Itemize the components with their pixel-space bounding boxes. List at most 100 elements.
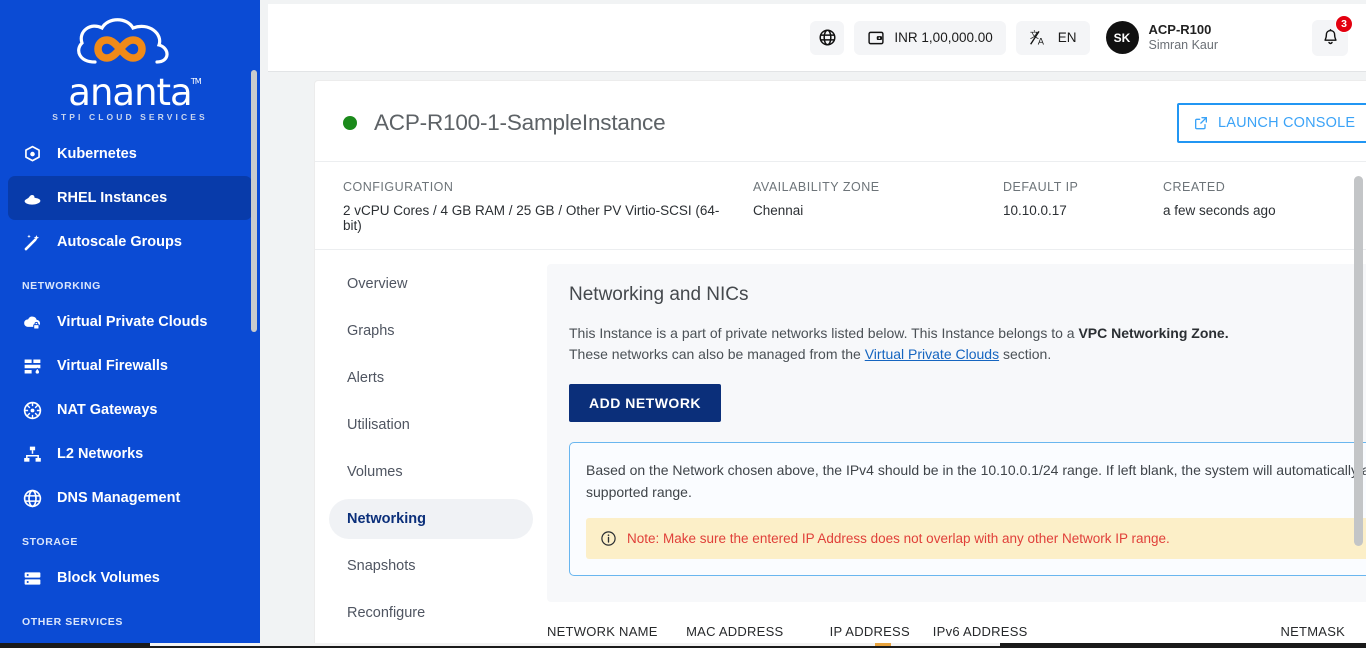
networking-panel-title: Networking and NICs bbox=[569, 284, 749, 305]
cloud-lock-icon bbox=[22, 312, 43, 333]
user-full-name: Simran Kaur bbox=[1148, 37, 1218, 52]
sidebar-item-virtual-private-clouds[interactable]: Virtual Private Clouds bbox=[8, 300, 252, 344]
sidebar-item-label: NAT Gateways bbox=[57, 402, 158, 419]
tab-overview[interactable]: Overview bbox=[329, 264, 533, 304]
sidebar-item-autoscale-groups[interactable]: Autoscale Groups bbox=[8, 220, 252, 264]
sidebar-item-label: Autoscale Groups bbox=[57, 234, 182, 251]
translate-icon: 文 A bbox=[1030, 29, 1045, 48]
sidebar-item-label: L2 Networks bbox=[57, 446, 144, 463]
app-root: ananta TM STPI CLOUD SERVICES Kubernetes R… bbox=[0, 0, 1366, 648]
network-tree-icon bbox=[22, 444, 43, 465]
ipv4-range-infobox: Based on the Network chosen above, the I… bbox=[569, 442, 1366, 576]
meta-configuration: CONFIGURATION 2 vCPU Cores / 4 GB RAM / 2… bbox=[343, 180, 753, 233]
brand-tm: TM bbox=[190, 77, 202, 86]
svg-text:A: A bbox=[1038, 36, 1045, 47]
sidebar-item-rhel-instances[interactable]: RHEL Instances bbox=[8, 176, 252, 221]
tab-graphs[interactable]: Graphs bbox=[329, 311, 533, 351]
meta-availability-zone: AVAILABILITY ZONE Chennai bbox=[753, 180, 1003, 233]
user-account-id: ACP-R100 bbox=[1148, 21, 1212, 37]
browser-bottom-edge bbox=[0, 643, 1366, 648]
launch-console-button[interactable]: LAUNCH CONSOLE bbox=[1176, 103, 1366, 143]
tab-alerts[interactable]: Alerts bbox=[329, 358, 533, 398]
networking-description: This Instance is a part of private netwo… bbox=[569, 323, 1259, 365]
sidebar-item-label: RHEL Instances bbox=[57, 190, 168, 207]
desc-text-2: These networks can also be managed from … bbox=[569, 346, 865, 362]
meta-created: CREATED a few seconds ago bbox=[1163, 180, 1323, 233]
tab-networking[interactable]: Networking bbox=[329, 499, 533, 539]
tab-reconfigure[interactable]: Reconfigure bbox=[329, 593, 533, 633]
notifications-button[interactable]: 3 bbox=[1312, 14, 1353, 56]
sidebar-item-label: Block Volumes bbox=[57, 570, 160, 587]
sidebar: ananta TM STPI CLOUD SERVICES Kubernetes R… bbox=[0, 0, 260, 648]
virtual-private-clouds-link[interactable]: Virtual Private Clouds bbox=[865, 346, 999, 362]
sidebar-item-dns-management[interactable]: DNS Management bbox=[8, 476, 252, 520]
instance-tab-list: Overview Graphs Alerts Utilisation Volumes Ne… bbox=[315, 264, 547, 648]
meta-value: 2 vCPU Cores / 4 GB RAM / 25 GB / Other … bbox=[343, 203, 720, 233]
wallet-balance-button[interactable]: INR 1,00,000.00 bbox=[854, 20, 1006, 55]
magic-wand-icon bbox=[22, 232, 43, 253]
globe-button[interactable] bbox=[810, 20, 845, 55]
ipv4-range-text: Based on the Network chosen above, the I… bbox=[586, 462, 1366, 500]
desc-text-3: section. bbox=[999, 346, 1052, 362]
meta-label: AVAILABILITY ZONE bbox=[753, 180, 880, 194]
launch-console-label: LAUNCH CONSOLE bbox=[1217, 115, 1356, 131]
page-scrollbar[interactable] bbox=[1354, 176, 1363, 546]
sidebar-item-label: Kubernetes bbox=[57, 146, 137, 163]
tab-utilisation[interactable]: Utilisation bbox=[329, 405, 533, 445]
sidebar-item-l2-networks[interactable]: L2 Networks bbox=[8, 432, 252, 476]
desc-bold-vpc-zone: VPC Networking Zone. bbox=[1078, 325, 1229, 341]
instance-header: ACP-R100-1-SampleInstance LAUNCH CONSOLE bbox=[315, 81, 1366, 162]
instance-body: Overview Graphs Alerts Utilisation Volumes Ne… bbox=[315, 250, 1366, 648]
tab-volumes[interactable]: Volumes bbox=[329, 452, 533, 492]
sidebar-item-kubernetes[interactable]: Kubernetes bbox=[8, 132, 252, 176]
brand-wordmark: ananta TM bbox=[68, 74, 201, 111]
meta-default-ip: DEFAULT IP 10.10.0.17 bbox=[1003, 180, 1163, 233]
meta-value: a few seconds ago bbox=[1163, 203, 1276, 218]
language-selector-button[interactable]: 文 A EN bbox=[1015, 20, 1090, 55]
brand-name: ananta bbox=[68, 71, 192, 114]
tab-snapshots[interactable]: Snapshots bbox=[329, 546, 533, 586]
firewall-icon bbox=[22, 356, 43, 377]
sidebar-item-label: DNS Management bbox=[57, 490, 181, 507]
sidebar-scrollbar[interactable] bbox=[251, 70, 257, 332]
nat-gateway-icon bbox=[22, 400, 43, 421]
instance-status-dot bbox=[343, 116, 357, 130]
tab-content-networking: Networking and NICs This Instance is a p… bbox=[547, 264, 1366, 648]
globe-icon bbox=[22, 488, 43, 509]
sidebar-item-block-volumes[interactable]: Block Volumes bbox=[8, 556, 252, 600]
sidebar-item-nat-gateways[interactable]: NAT Gateways bbox=[8, 388, 252, 432]
sidebar-section-storage: STORAGE bbox=[22, 536, 78, 549]
page-title: ACP-R100-1-SampleInstance bbox=[374, 110, 666, 135]
meta-value: Chennai bbox=[753, 203, 804, 218]
meta-label: CONFIGURATION bbox=[343, 180, 454, 194]
brand-logo[interactable]: ananta TM STPI CLOUD SERVICES bbox=[0, 0, 260, 128]
ip-overlap-note: Note: Make sure the entered IP Address d… bbox=[586, 518, 1366, 559]
wallet-balance-label: INR 1,00,000.00 bbox=[894, 30, 993, 45]
ip-overlap-note-text: Note: Make sure the entered IP Address d… bbox=[627, 531, 1170, 546]
main-content-area: ACP-R100-1-SampleInstance LAUNCH CONSOLE bbox=[268, 73, 1366, 648]
info-circle-icon bbox=[601, 531, 616, 546]
sidebar-item-virtual-firewalls[interactable]: Virtual Firewalls bbox=[8, 344, 252, 388]
sidebar-item-label: Virtual Private Clouds bbox=[57, 314, 208, 331]
instance-detail-card: ACP-R100-1-SampleInstance LAUNCH CONSOLE bbox=[315, 81, 1366, 648]
kubernetes-icon bbox=[22, 144, 43, 165]
globe-icon bbox=[819, 29, 836, 46]
instance-header-actions: LAUNCH CONSOLE POWERED ON bbox=[1176, 103, 1366, 143]
sidebar-section-other-services: OTHER SERVICES bbox=[22, 616, 123, 629]
meta-label: CREATED bbox=[1163, 180, 1226, 194]
language-label: EN bbox=[1057, 30, 1077, 45]
bottom-edge-accent bbox=[875, 643, 891, 646]
external-link-icon bbox=[1194, 117, 1207, 130]
meta-value: 10.10.0.17 bbox=[1003, 203, 1067, 218]
notification-count-badge: 3 bbox=[1335, 14, 1353, 33]
user-menu[interactable]: SK ACP-R100 Simran Kaur bbox=[1102, 21, 1226, 54]
block-volume-icon bbox=[22, 568, 43, 589]
add-network-button[interactable]: ADD NETWORK bbox=[569, 384, 722, 422]
meta-label: DEFAULT IP bbox=[1003, 180, 1079, 194]
networking-panel: Networking and NICs This Instance is a p… bbox=[547, 264, 1366, 602]
rhel-hat-icon bbox=[22, 188, 43, 209]
bottom-edge-line bbox=[150, 643, 1000, 646]
avatar: SK bbox=[1105, 21, 1139, 54]
top-header-bar: INR 1,00,000.00 文 A EN SK ACP-R100 Simra… bbox=[268, 4, 1366, 72]
sidebar-nav: Kubernetes RHEL Instances Autoscale Groups… bbox=[0, 132, 260, 636]
